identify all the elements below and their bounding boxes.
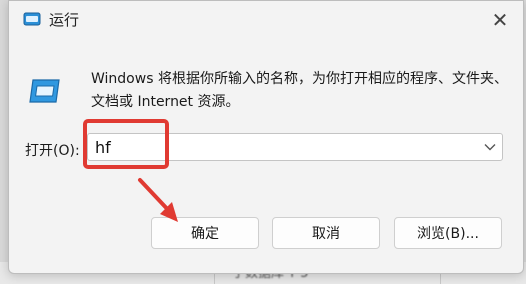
run-app-icon bbox=[29, 79, 60, 103]
browse-button[interactable]: 浏览(B)... bbox=[394, 217, 502, 249]
close-button[interactable]: ✕ bbox=[485, 5, 515, 35]
run-dialog: 运行 ✕ Windows 将根据你所输入的名称，为你打开相应的程序、文件夹、文档… bbox=[8, 0, 524, 274]
open-input[interactable] bbox=[95, 136, 475, 158]
description-text: Windows 将根据你所输入的名称，为你打开相应的程序、文件夹、文档或 Int… bbox=[91, 71, 508, 110]
close-icon: ✕ bbox=[491, 8, 509, 32]
chevron-down-icon bbox=[484, 144, 496, 151]
window-title: 运行 bbox=[49, 11, 80, 29]
ok-button[interactable]: 确定 bbox=[151, 217, 259, 249]
open-combobox[interactable] bbox=[87, 133, 503, 161]
dropdown-button[interactable] bbox=[482, 138, 498, 156]
cancel-button[interactable]: 取消 bbox=[272, 217, 380, 249]
run-icon bbox=[23, 12, 41, 26]
open-label: 打开(O): bbox=[25, 143, 80, 159]
